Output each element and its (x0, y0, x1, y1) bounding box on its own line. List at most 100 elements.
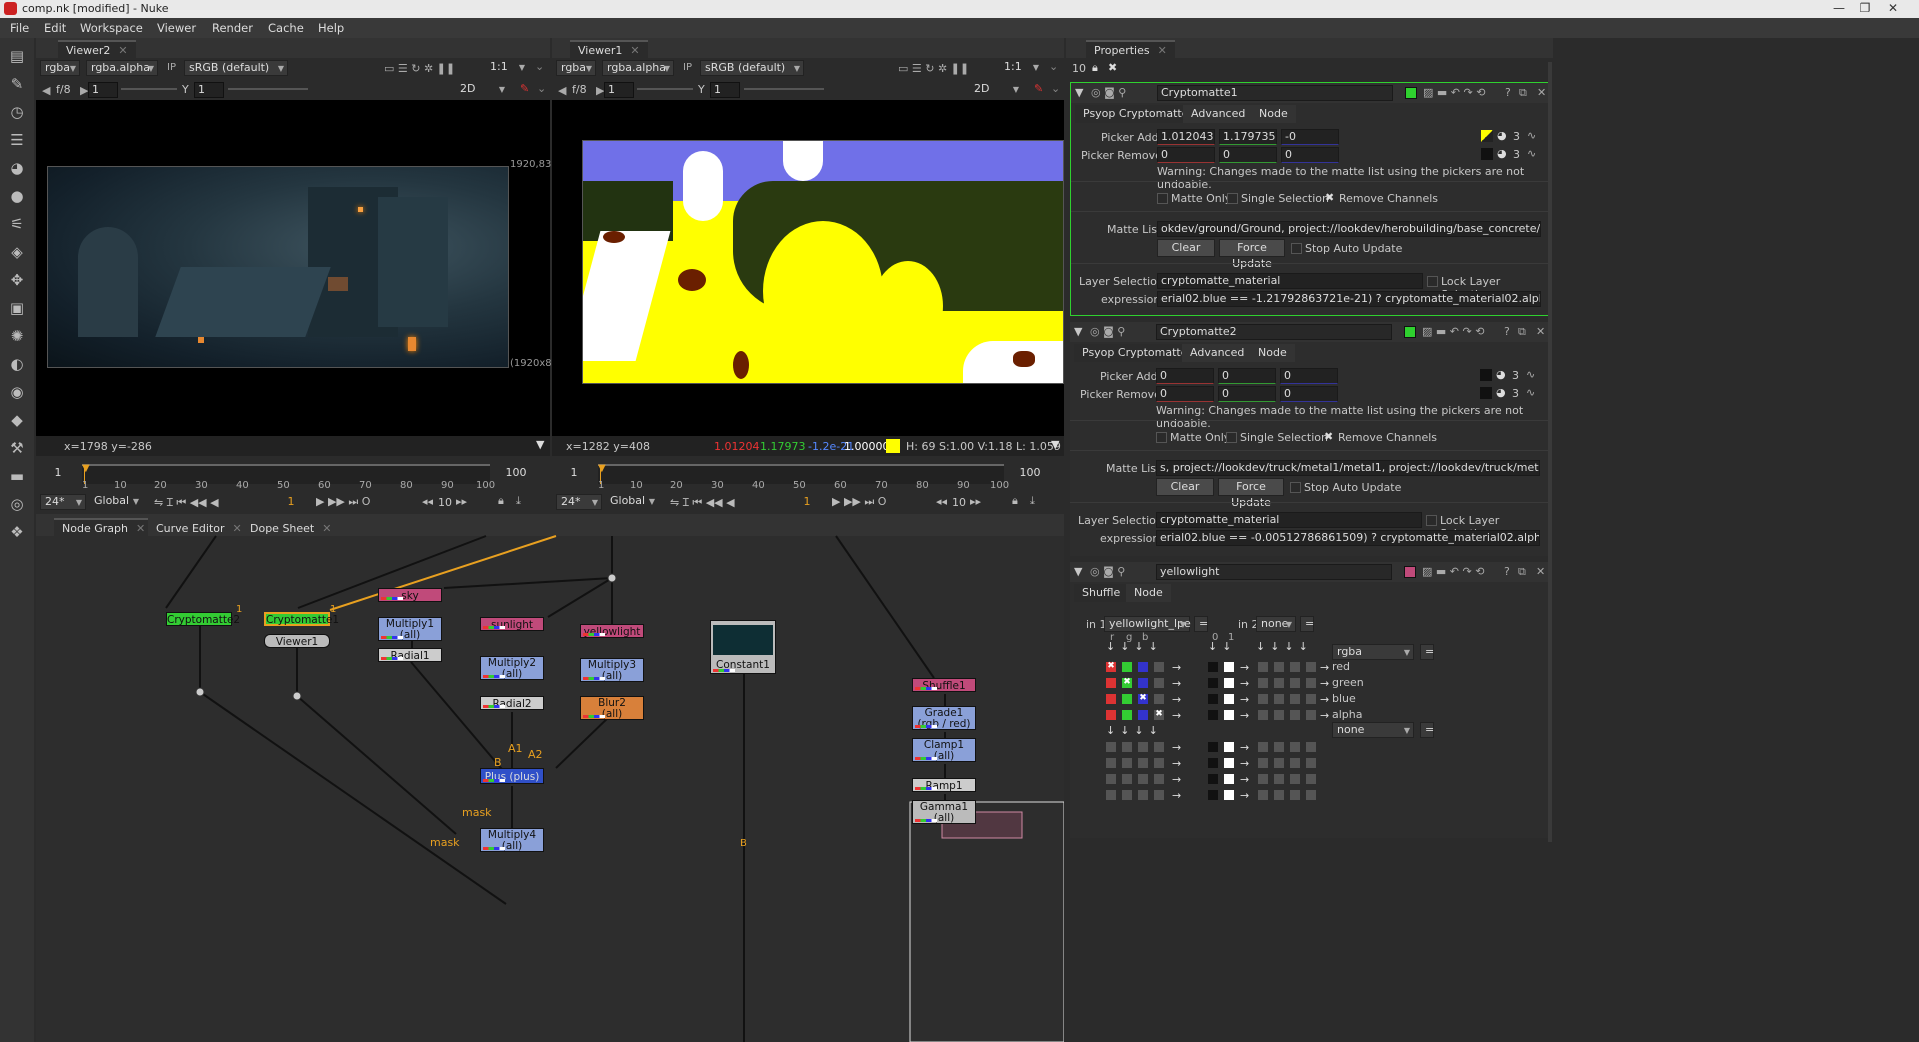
lock-icon[interactable]: 🔒︎ (1012, 494, 1018, 508)
node-multiply4[interactable]: Multiply4 (all) (480, 828, 544, 852)
node-blur2[interactable]: Blur2 (all) (580, 696, 644, 720)
furnace-icon[interactable]: ◎ (7, 494, 27, 514)
clear-panels-icon[interactable]: ✖ (1108, 61, 1117, 74)
menu-edit[interactable]: Edit (44, 21, 66, 35)
view-mode-select[interactable]: 2D ▼ (456, 82, 508, 98)
node-multiply1[interactable]: Multiply1 (all) (378, 617, 442, 641)
node-constant1[interactable]: Constant1 (710, 620, 776, 674)
node-color-swatch[interactable] (1405, 87, 1417, 99)
gamma-slider[interactable] (228, 88, 308, 90)
lut-select[interactable]: sRGB (default) ▼ (700, 60, 804, 76)
picker-remove-channels[interactable]: 3 (1513, 148, 1520, 161)
playhead-sync-icon[interactable]: ⤓ (1030, 494, 1035, 508)
shuffle-matrix-1[interactable]: ✖ ✖ ✖ ✖ → → → → → → → → → → → → (1106, 660, 1346, 724)
viewer2-canvas[interactable]: 1920,83 (1920x8 (36, 100, 552, 436)
color-wheel-icon[interactable]: ◕ (1497, 147, 1507, 160)
plugin-icon[interactable]: ❖ (7, 522, 27, 542)
color-wheel-icon[interactable]: ◕ (1496, 386, 1506, 399)
transform-icon[interactable]: ✥ (7, 270, 27, 290)
matrix-cell[interactable] (1106, 694, 1116, 704)
gamma-field[interactable]: 1 (194, 82, 224, 98)
matrix-cell[interactable] (1306, 742, 1316, 800)
node-viewer1[interactable]: Viewer1 (264, 634, 330, 648)
lock-panels-icon[interactable]: 🔒︎ (1092, 61, 1098, 75)
matrix-cell-on[interactable]: ✖ (1138, 694, 1148, 704)
keyer-icon[interactable]: ⚟ (7, 214, 27, 234)
output1-select[interactable]: rgba ▼ (1332, 644, 1414, 660)
output2-layer-button[interactable]: = (1420, 722, 1434, 738)
matrix-cell[interactable] (1122, 710, 1132, 720)
step-forward-icon[interactable]: ▸▸ (970, 495, 981, 508)
stop-auto-update-checkbox[interactable] (1291, 243, 1302, 254)
tab-psyop-cryptomatte[interactable]: Psyop Cryptomatte (1074, 344, 1196, 362)
picker-remove-g[interactable]: 0 (1218, 386, 1276, 402)
matte-only-checkbox[interactable] (1157, 193, 1168, 204)
clear-button[interactable]: Clear (1157, 239, 1215, 257)
node-multiply2[interactable]: Multiply2 (all) (480, 656, 544, 680)
shuffle-matrix-2[interactable]: → → → → → → → → (1106, 740, 1346, 804)
picker-add-g[interactable]: 1.179735 (1219, 129, 1277, 145)
alpha-select[interactable]: rgba.alpha ▼ (602, 60, 674, 76)
node-shuffle1[interactable]: Shuffle1 (912, 678, 976, 692)
channels-select[interactable]: rgba ▼ (40, 60, 80, 76)
color-icon[interactable]: ◕ (7, 158, 27, 178)
color-pick-icon[interactable]: ✎ (520, 82, 529, 95)
menu-workspace[interactable]: Workspace (80, 21, 143, 35)
tab-node[interactable]: Node (1251, 105, 1296, 123)
node-grade1[interactable]: Grade1 (rgb / red) (912, 706, 976, 730)
matrix-cell[interactable] (1258, 742, 1268, 800)
output2-select[interactable]: none ▼ (1332, 722, 1414, 738)
picker-remove-r[interactable]: 0 (1157, 147, 1215, 163)
zero-column[interactable] (1208, 662, 1218, 720)
properties-scrollbar[interactable] (1548, 62, 1552, 842)
in1-layer-button[interactable]: = (1194, 616, 1208, 632)
close-icon[interactable]: ✕ (1158, 44, 1167, 57)
start-frame-field[interactable]: 1 (556, 466, 592, 482)
gamma-field[interactable]: 1 (710, 82, 740, 98)
expand-icon[interactable]: ⌄ (1049, 60, 1058, 73)
step-value[interactable]: 10 (952, 496, 966, 509)
help-icon[interactable]: ? (1505, 86, 1511, 99)
image-icon[interactable]: ▤ (7, 46, 27, 66)
draw-icon[interactable]: ✎ (7, 74, 27, 94)
range-select[interactable]: Global ▼ (606, 494, 658, 510)
collapse-icon[interactable]: ▼ (1074, 565, 1082, 578)
matrix-cell[interactable] (1154, 678, 1164, 688)
force-update-button[interactable]: Force Update (1219, 239, 1285, 270)
tab-shuffle[interactable]: Shuffle (1074, 584, 1129, 602)
end-frame-field[interactable]: 100 (498, 466, 534, 482)
menu-help[interactable]: Help (318, 21, 344, 35)
deep-icon[interactable]: ◐ (7, 354, 27, 374)
fps-select[interactable]: 24* ▼ (556, 494, 602, 510)
node-name-field[interactable]: Cryptomatte1 (1157, 85, 1393, 101)
matrix-cell-on[interactable]: ✖ (1122, 678, 1132, 688)
matrix-cell[interactable] (1258, 662, 1268, 720)
matrix-cell-on[interactable]: ✖ (1154, 710, 1164, 720)
single-selection-checkbox[interactable] (1227, 193, 1238, 204)
close-button[interactable]: ✕ (1880, 0, 1906, 18)
other-icon[interactable]: ▬ (7, 466, 27, 486)
matrix-cell[interactable] (1138, 678, 1148, 688)
picker-remove-channels[interactable]: 3 (1512, 387, 1519, 400)
filter-icon[interactable]: ● (7, 186, 27, 206)
picker-add-b[interactable]: -0 (1281, 129, 1339, 145)
node-header-icons[interactable]: ◎ ◙ ⚲ (1090, 325, 1125, 338)
gain-field[interactable]: 1 (604, 82, 634, 98)
channels-select[interactable]: rgba ▼ (556, 60, 596, 76)
matrix-cell[interactable] (1306, 662, 1316, 720)
matrix-cell[interactable] (1138, 662, 1148, 672)
picker-remove-r[interactable]: 0 (1156, 386, 1214, 402)
playback-controls-icons[interactable]: ⇋ Ɪ ⏮ ◀◀ ◀ (154, 495, 219, 510)
node-sky[interactable]: sky (378, 588, 442, 602)
node-gamma1[interactable]: Gamma1 (all) (912, 800, 976, 824)
zero-column[interactable] (1208, 742, 1218, 800)
lut-select[interactable]: sRGB (default) ▼ (184, 60, 288, 76)
alpha-select[interactable]: rgba.alpha ▼ (86, 60, 158, 76)
float-icon[interactable]: ⧉ (1518, 325, 1526, 339)
close-icon[interactable]: ✕ (1536, 325, 1545, 338)
close-icon[interactable]: ✕ (1537, 86, 1546, 99)
output1-layer-button[interactable]: = (1420, 644, 1434, 660)
gain-field[interactable]: 1 (88, 82, 118, 98)
remove-channels-checkbox[interactable]: ✖ (1324, 431, 1335, 443)
picker-add-swatch[interactable] (1480, 369, 1492, 381)
